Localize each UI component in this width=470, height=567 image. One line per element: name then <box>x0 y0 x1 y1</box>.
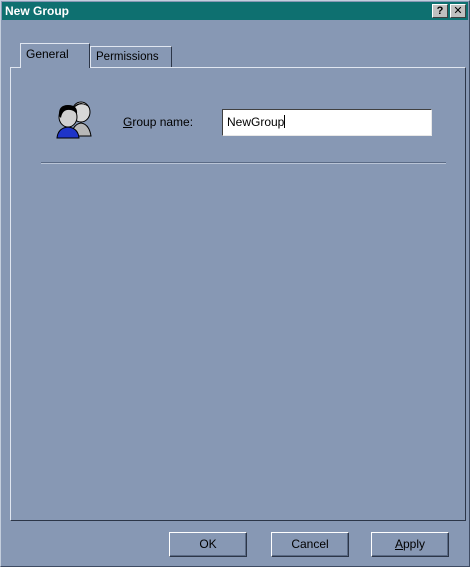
group-name-value: NewGroup <box>227 115 285 129</box>
close-button[interactable]: ✕ <box>450 4 466 18</box>
ok-button-label: OK <box>199 537 217 551</box>
cancel-button[interactable]: Cancel <box>271 532 349 557</box>
tab-permissions[interactable]: Permissions <box>90 46 172 68</box>
tab-permissions-label: Permissions <box>96 51 159 63</box>
title-bar[interactable]: New Group ? ✕ <box>2 2 468 20</box>
users-group-icon <box>56 101 92 139</box>
tab-general[interactable]: General <box>20 43 90 68</box>
group-name-label-text: roup name: <box>132 115 194 129</box>
separator <box>41 162 446 164</box>
help-button[interactable]: ? <box>432 4 448 18</box>
new-group-dialog: New Group ? ✕ General Permissions Group … <box>0 0 470 567</box>
close-icon: ✕ <box>453 5 463 17</box>
help-icon: ? <box>436 5 444 17</box>
window-title: New Group <box>5 4 70 18</box>
group-name-label: Group name: <box>123 115 193 129</box>
group-name-input[interactable]: NewGroup <box>222 109 432 136</box>
text-caret <box>284 115 286 128</box>
tab-general-label: General <box>26 47 69 61</box>
cancel-button-label: Cancel <box>291 537 329 551</box>
apply-button-label: pply <box>403 537 426 551</box>
ok-button[interactable]: OK <box>169 532 247 557</box>
group-name-accel: G <box>123 115 133 129</box>
apply-button[interactable]: Apply <box>371 532 449 557</box>
apply-accel: A <box>394 537 403 551</box>
